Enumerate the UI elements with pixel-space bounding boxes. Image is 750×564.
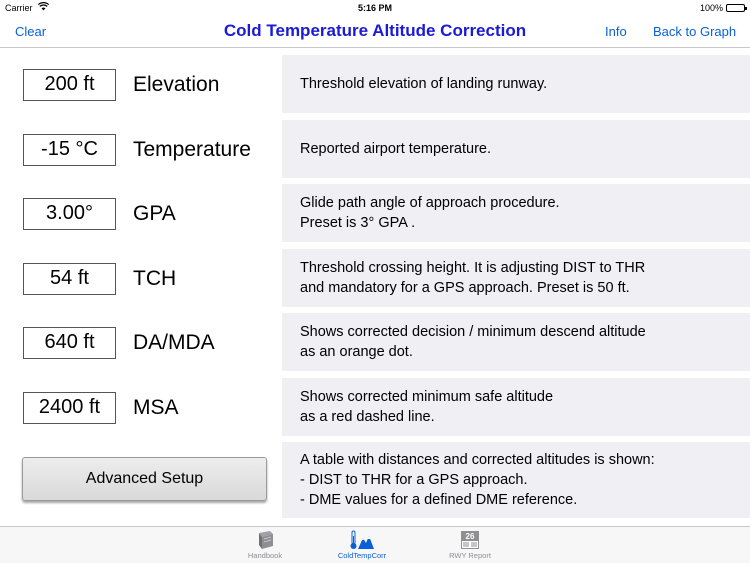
row-temperature: -15 °C Temperature Reported airport temp… [0,116,750,181]
thermometer-mountains-icon [322,530,402,550]
runway-calendar-icon: 26 [430,530,510,550]
da-mda-input[interactable]: 640 ft [23,327,116,359]
msa-input[interactable]: 2400 ft [23,392,116,424]
tab-bar: Handbook ColdTempCorr 26 RWY Report [0,526,750,563]
rwy-badge-number: 26 [466,532,475,541]
temperature-description: Reported airport temperature. [282,120,750,178]
msa-description: Shows corrected minimum safe altitude as… [282,378,750,436]
gpa-description: Glide path angle of approach procedure. … [282,184,750,242]
tch-label: TCH [133,267,177,290]
msa-label: MSA [133,396,179,419]
tab-rwy-report[interactable]: 26 RWY Report [430,530,510,564]
advanced-setup-button[interactable]: Advanced Setup [22,457,267,501]
gpa-input[interactable]: 3.00° [23,198,116,230]
row-advanced: Advanced Setup A table with distances an… [0,438,750,522]
parameter-list: 200 ft Elevation Threshold elevation of … [0,49,750,526]
row-da-mda: 640 ft DA/MDA Shows corrected decision /… [0,309,750,374]
tch-description: Threshold crossing height. It is adjusti… [282,249,750,307]
elevation-description: Threshold elevation of landing runway. [282,55,750,113]
elevation-label: Elevation [133,73,220,96]
row-tch: 54 ft TCH Threshold crossing height. It … [0,245,750,310]
tab-coldtempcorr[interactable]: ColdTempCorr [322,530,402,564]
advanced-description: A table with distances and corrected alt… [282,442,750,518]
book-icon [225,530,305,550]
row-elevation: 200 ft Elevation Threshold elevation of … [0,51,750,116]
battery-icon [726,4,747,12]
tab-rwy-report-label: RWY Report [449,551,491,560]
status-bar: Carrier 5:16 PM 100% [0,0,750,16]
row-msa: 2400 ft MSA Shows corrected minimum safe… [0,374,750,439]
status-time: 5:16 PM [357,3,392,13]
temperature-label: Temperature [133,138,251,161]
tab-coldtempcorr-label: ColdTempCorr [337,551,387,560]
navigation-bar: Clear Cold Temperature Altitude Correcti… [0,16,750,48]
row-gpa: 3.00° GPA Glide path angle of approach p… [0,180,750,245]
back-to-graph-button[interactable]: Back to Graph [653,24,736,39]
da-mda-label: DA/MDA [133,331,215,354]
da-mda-description: Shows corrected decision / minimum desce… [282,313,750,371]
tab-handbook[interactable]: Handbook [225,530,305,564]
info-button[interactable]: Info [605,24,627,39]
gpa-label: GPA [133,202,176,225]
tab-handbook-label: Handbook [247,551,283,560]
temperature-input[interactable]: -15 °C [23,134,116,166]
battery-percent: 100% [699,3,723,13]
elevation-input[interactable]: 200 ft [23,69,116,101]
page-title: Cold Temperature Altitude Correction [223,21,527,40]
tch-input[interactable]: 54 ft [23,263,116,295]
